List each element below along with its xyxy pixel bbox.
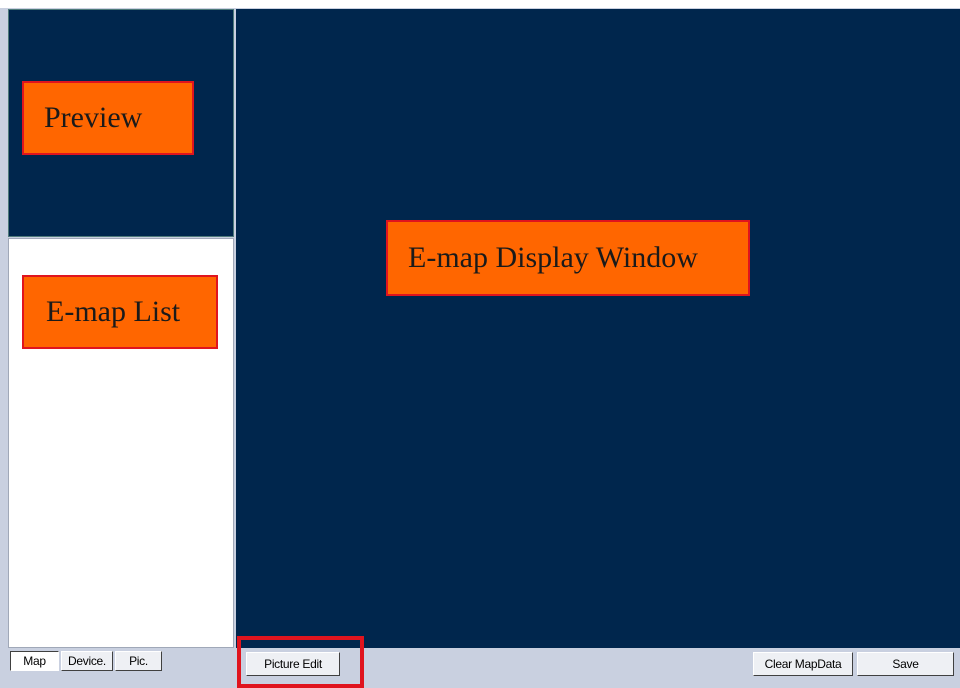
display-window-callout: E-map Display Window	[386, 220, 750, 296]
emap-list-callout: E-map List	[22, 275, 218, 349]
tab-map[interactable]: Map	[10, 651, 59, 671]
preview-callout: Preview	[22, 81, 194, 155]
clear-mapdata-button[interactable]: Clear MapData	[753, 652, 853, 676]
tab-device[interactable]: Device.	[61, 651, 113, 671]
picture-edit-highlight	[237, 636, 364, 688]
tab-pic[interactable]: Pic.	[115, 651, 162, 671]
save-button[interactable]: Save	[857, 652, 954, 676]
emap-display-window[interactable]	[236, 9, 960, 648]
